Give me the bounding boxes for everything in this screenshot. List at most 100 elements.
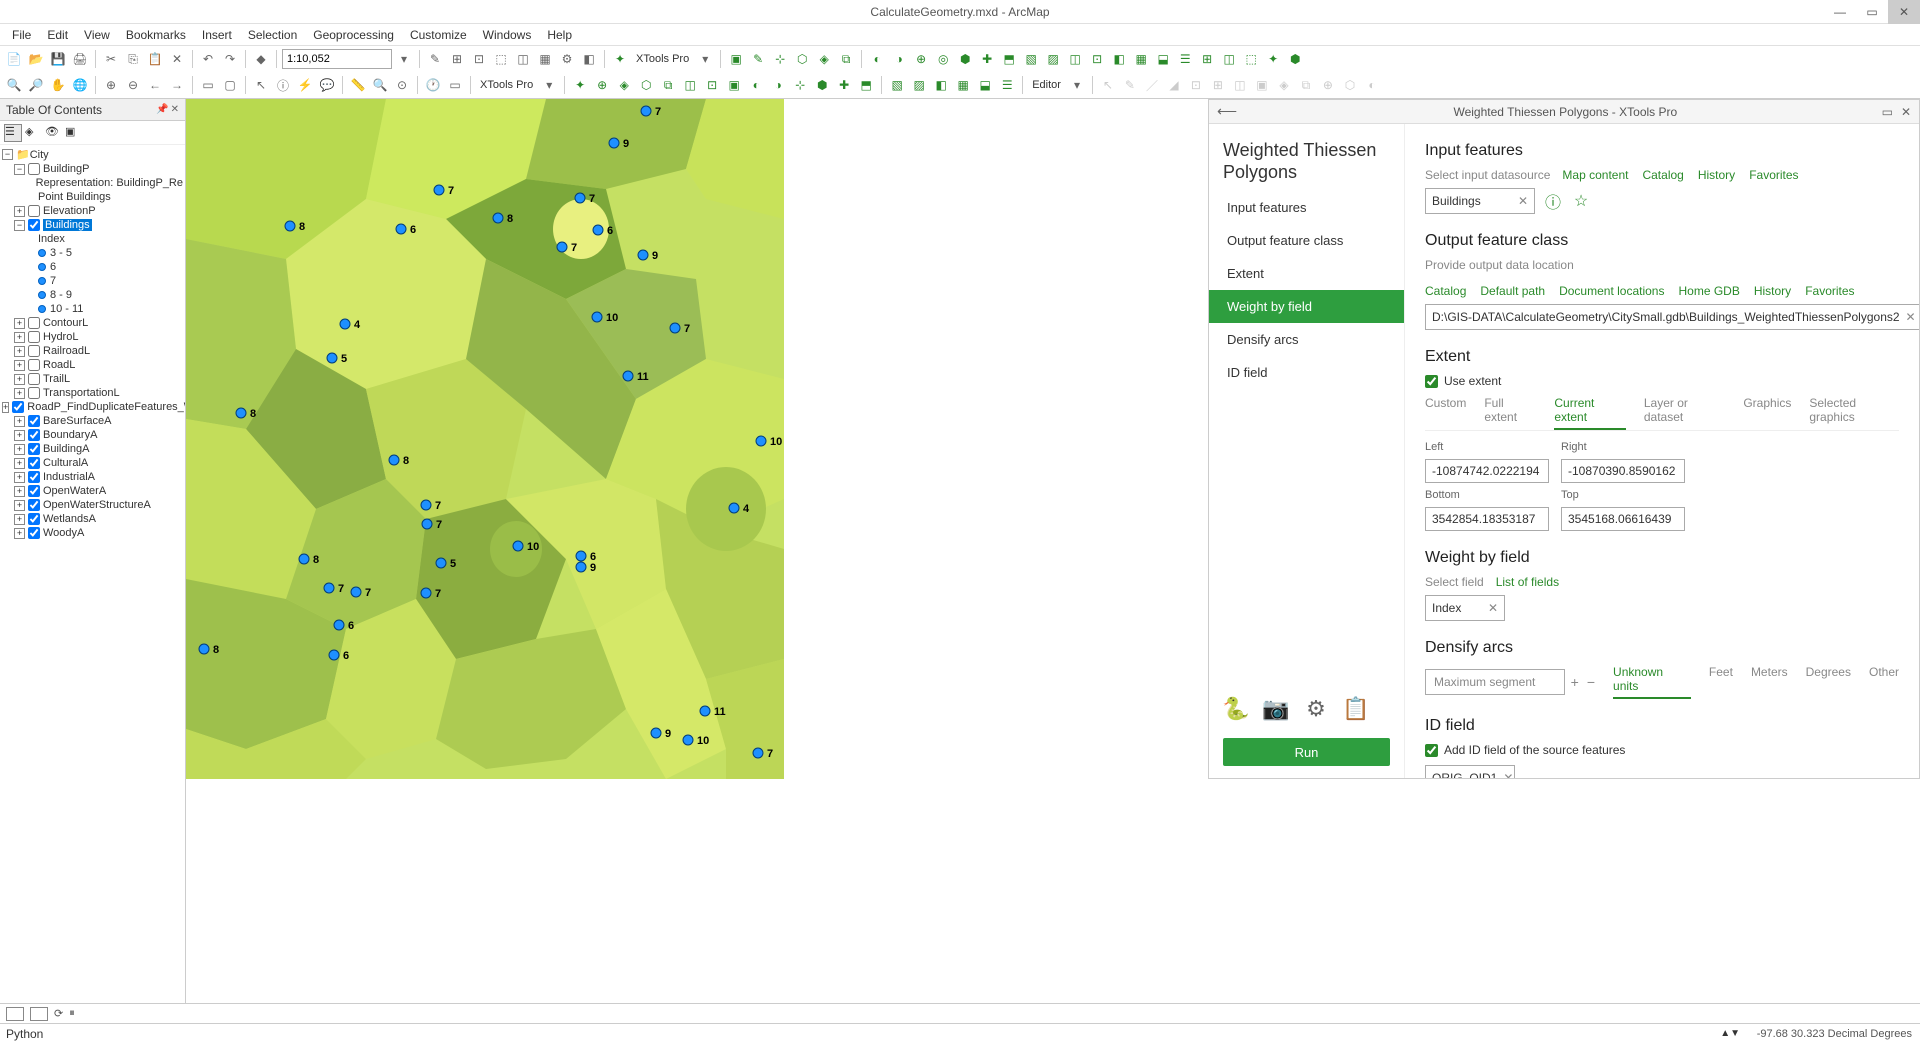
- unit-unknown-units[interactable]: Unknown units: [1613, 665, 1691, 699]
- menu-windows[interactable]: Windows: [475, 26, 540, 44]
- xt2-btn-16[interactable]: ▨: [909, 75, 929, 95]
- extent-top-value[interactable]: 3545168.06616439: [1561, 507, 1685, 531]
- xtools-nav-densify-arcs[interactable]: Densify arcs: [1209, 323, 1404, 356]
- map-point[interactable]: [700, 706, 710, 716]
- tool-icon[interactable]: ✎: [425, 49, 445, 69]
- html-popup-icon[interactable]: 💬: [317, 75, 337, 95]
- map-point[interactable]: [421, 500, 431, 510]
- list-of-fields-link[interactable]: List of fields: [1496, 575, 1559, 589]
- identify-icon[interactable]: ⓘ: [273, 75, 293, 95]
- menu-customize[interactable]: Customize: [402, 26, 475, 44]
- xt-btn-7[interactable]: ◐: [867, 49, 887, 69]
- map-point[interactable]: [334, 620, 344, 630]
- select-icon[interactable]: ▭: [198, 75, 218, 95]
- xt-btn-10[interactable]: ◎: [933, 49, 953, 69]
- full-extent-icon[interactable]: 🌐: [70, 75, 90, 95]
- minimize-button[interactable]: —: [1824, 0, 1856, 24]
- tree-item[interactable]: + TrailL: [0, 372, 185, 386]
- extent-right-value[interactable]: -10870390.8590162: [1561, 459, 1685, 483]
- xt2-btn-14[interactable]: ⬒: [856, 75, 876, 95]
- editor-label[interactable]: Editor: [1028, 79, 1065, 91]
- measure-icon[interactable]: 📏: [348, 75, 368, 95]
- gear-icon[interactable]: ⚙: [1303, 696, 1329, 722]
- xt2-btn-3[interactable]: ◈: [614, 75, 634, 95]
- tree-item[interactable]: + CulturalA: [0, 456, 185, 470]
- tool-icon-8[interactable]: ◧: [579, 49, 599, 69]
- id-field-input[interactable]: ORIG_OID1 ✕: [1425, 765, 1515, 778]
- xt-btn-26[interactable]: ⬢: [1285, 49, 1305, 69]
- xt-btn-13[interactable]: ⬒: [999, 49, 1019, 69]
- extent-tab-graphics[interactable]: Graphics: [1743, 396, 1791, 430]
- forward-icon[interactable]: →: [167, 75, 187, 95]
- menu-bookmarks[interactable]: Bookmarks: [118, 26, 194, 44]
- tool-icon-6[interactable]: ▦: [535, 49, 555, 69]
- xt2-btn-1[interactable]: ✦: [570, 75, 590, 95]
- unit-meters[interactable]: Meters: [1751, 665, 1788, 699]
- map-point[interactable]: [422, 519, 432, 529]
- xt2-btn-6[interactable]: ◫: [680, 75, 700, 95]
- map-point[interactable]: [434, 185, 444, 195]
- tree-item[interactable]: 3 - 5: [0, 246, 185, 260]
- xtools-nav-weight-by-field[interactable]: Weight by field: [1209, 290, 1404, 323]
- xt2-btn-4[interactable]: ⬡: [636, 75, 656, 95]
- xtools-label[interactable]: XTools Pro: [632, 53, 693, 65]
- map-point[interactable]: [575, 193, 585, 203]
- map-point[interactable]: [389, 455, 399, 465]
- tool-icon-4[interactable]: ⬚: [491, 49, 511, 69]
- xt-btn-11[interactable]: ⬢: [955, 49, 975, 69]
- xy-icon[interactable]: ⊙: [392, 75, 412, 95]
- xt-btn-20[interactable]: ⬓: [1153, 49, 1173, 69]
- tree-item[interactable]: Representation: BuildingP_Re: [0, 176, 185, 190]
- xt-btn-15[interactable]: ▨: [1043, 49, 1063, 69]
- copy-icon[interactable]: ⎘: [123, 49, 143, 69]
- zoom-out-icon[interactable]: 🔎: [26, 75, 46, 95]
- tree-item[interactable]: + RoadL: [0, 358, 185, 372]
- link-catalog[interactable]: Catalog: [1642, 168, 1683, 182]
- map-point[interactable]: [285, 221, 295, 231]
- increment-icon[interactable]: +: [1569, 674, 1581, 690]
- star-icon[interactable]: ☆: [1571, 191, 1591, 211]
- xt-btn-21[interactable]: ☰: [1175, 49, 1195, 69]
- tree-item[interactable]: − BuildingP: [0, 162, 185, 176]
- tree-item[interactable]: + RailroadL: [0, 344, 185, 358]
- save-icon[interactable]: 💾: [48, 49, 68, 69]
- link-history[interactable]: History: [1754, 284, 1791, 298]
- unit-other[interactable]: Other: [1869, 665, 1899, 699]
- xt2-btn-9[interactable]: ◐: [746, 75, 766, 95]
- map-point[interactable]: [756, 436, 766, 446]
- menu-insert[interactable]: Insert: [194, 26, 240, 44]
- map-point[interactable]: [576, 551, 586, 561]
- map-point[interactable]: [729, 503, 739, 513]
- tool-icon-7[interactable]: ⚙: [557, 49, 577, 69]
- use-extent-checkbox[interactable]: [1425, 375, 1438, 388]
- tree-item[interactable]: + BoundaryA: [0, 428, 185, 442]
- tree-item[interactable]: Point Buildings: [0, 190, 185, 204]
- tree-item[interactable]: + IndustrialA: [0, 470, 185, 484]
- xt-btn-18[interactable]: ◧: [1109, 49, 1129, 69]
- info-icon[interactable]: ⓘ: [1543, 191, 1563, 211]
- tree-item[interactable]: + WetlandsA: [0, 512, 185, 526]
- map-point[interactable]: [670, 323, 680, 333]
- zoom-in-icon[interactable]: 🔍: [4, 75, 24, 95]
- clear-selection-icon[interactable]: ▢: [220, 75, 240, 95]
- map-point[interactable]: [683, 735, 693, 745]
- xt2-btn-11[interactable]: ⊹: [790, 75, 810, 95]
- dropdown-icon[interactable]: ▾: [539, 75, 559, 95]
- delete-icon[interactable]: ✕: [167, 49, 187, 69]
- xt2-btn-17[interactable]: ◧: [931, 75, 951, 95]
- xt2-btn-10[interactable]: ◑: [768, 75, 788, 95]
- xt-btn-4[interactable]: ⬡: [792, 49, 812, 69]
- xt-btn-16[interactable]: ◫: [1065, 49, 1085, 69]
- map-point[interactable]: [199, 644, 209, 654]
- input-datasource-field[interactable]: Buildings ✕: [1425, 188, 1535, 214]
- tree-item[interactable]: + TransportationL: [0, 386, 185, 400]
- layout-view-tab[interactable]: [30, 1007, 48, 1021]
- map-point[interactable]: [327, 353, 337, 363]
- link-favorites[interactable]: Favorites: [1805, 284, 1854, 298]
- menu-file[interactable]: File: [4, 26, 39, 44]
- menu-selection[interactable]: Selection: [240, 26, 305, 44]
- cut-icon[interactable]: ✂: [101, 49, 121, 69]
- decrement-icon[interactable]: −: [1585, 674, 1597, 690]
- xt-btn-1[interactable]: ▣: [726, 49, 746, 69]
- data-view-tab[interactable]: [6, 1007, 24, 1021]
